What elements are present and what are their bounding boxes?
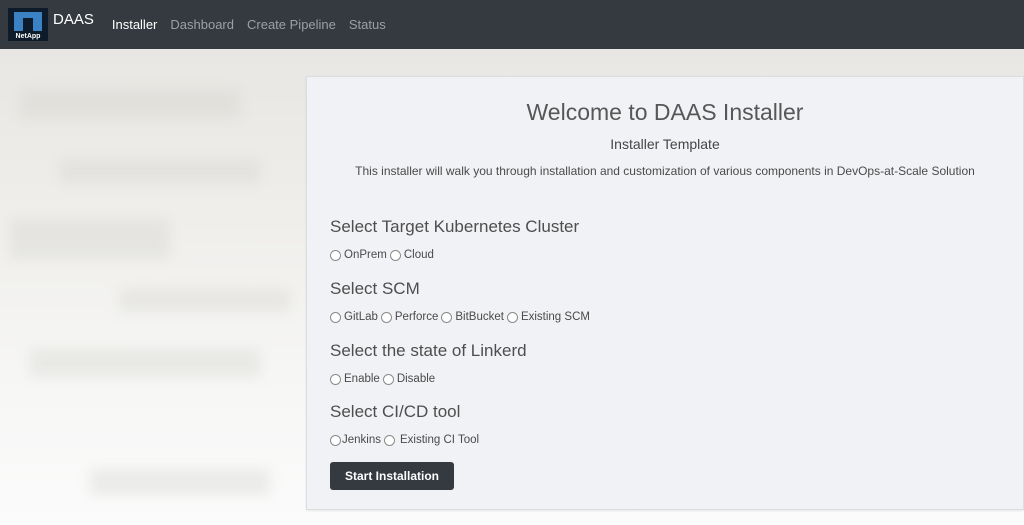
section-title-scm: Select SCM <box>330 279 420 298</box>
radio-button[interactable] <box>330 311 341 323</box>
radio-option-bitbucket[interactable]: BitBucket <box>441 311 504 323</box>
section-title-cicd: Select CI/CD tool <box>330 402 461 421</box>
nav-link-status[interactable]: Status <box>349 17 386 32</box>
radio-button[interactable] <box>330 434 341 446</box>
radio-button[interactable] <box>330 249 341 261</box>
radio-option-gitlab[interactable]: GitLab <box>330 311 378 323</box>
nav-link-installer[interactable]: Installer <box>112 17 158 32</box>
radio-option-existing-ci-tool[interactable]: Existing CI Tool <box>384 434 479 446</box>
installer-card: Welcome to DAAS Installer Installer Temp… <box>306 76 1024 510</box>
radio-group-linkerd: Enable Disable <box>330 373 438 385</box>
radio-button[interactable] <box>506 311 518 323</box>
radio-option-perforce[interactable]: Perforce <box>380 311 438 323</box>
brand-name[interactable]: DAAS <box>53 11 94 28</box>
radio-option-existing-scm[interactable]: Existing SCM <box>506 311 590 323</box>
radio-button[interactable] <box>389 249 401 261</box>
radio-button[interactable] <box>330 373 341 385</box>
start-installation-button[interactable]: Start Installation <box>330 462 454 490</box>
page-title: Welcome to DAAS Installer <box>526 99 804 125</box>
radio-button[interactable] <box>380 311 392 323</box>
radio-group-cicd: Jenkins Existing CI Tool <box>330 434 482 446</box>
radio-option-onprem[interactable]: OnPrem <box>330 249 387 261</box>
top-navbar: NetApp DAAS Installer Dashboard Create P… <box>0 0 1024 49</box>
section-title-linkerd: Select the state of Linkerd <box>330 341 527 360</box>
radio-option-jenkins[interactable]: Jenkins <box>330 434 381 446</box>
radio-group-kubernetes: OnPrem Cloud <box>330 249 437 261</box>
radio-button[interactable] <box>441 311 453 323</box>
radio-button[interactable] <box>384 434 395 446</box>
nav-link-dashboard[interactable]: Dashboard <box>170 17 234 32</box>
section-title-kubernetes: Select Target Kubernetes Cluster <box>330 217 580 236</box>
netapp-logo: NetApp <box>8 8 48 41</box>
radio-button[interactable] <box>382 373 394 385</box>
radio-option-cloud[interactable]: Cloud <box>389 249 434 261</box>
background-decoration <box>0 49 300 525</box>
radio-option-enable[interactable]: Enable <box>330 373 380 385</box>
nav-links: Installer Dashboard Create Pipeline Stat… <box>112 17 399 32</box>
page-description: This installer will walk you through ins… <box>355 164 975 178</box>
radio-option-disable[interactable]: Disable <box>382 373 435 385</box>
radio-group-scm: GitLab Perforce BitBucket Existing SCM <box>330 311 593 323</box>
brand[interactable]: NetApp DAAS <box>8 8 94 41</box>
nav-link-create-pipeline[interactable]: Create Pipeline <box>247 17 336 32</box>
page-subtitle: Installer Template <box>610 136 720 152</box>
